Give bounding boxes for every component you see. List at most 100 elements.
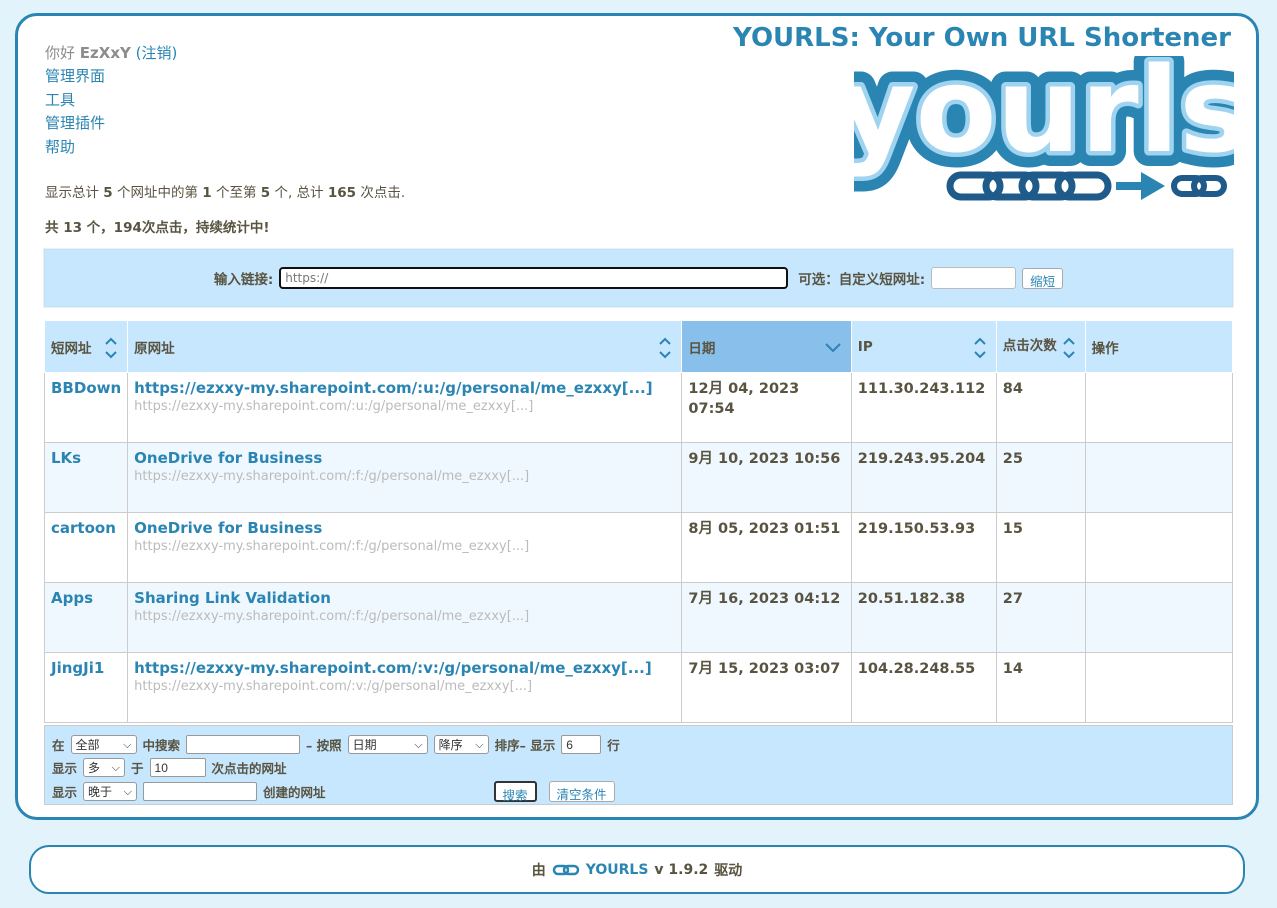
clicks-cell: 25 [995,442,1086,513]
logout-link[interactable]: (注销) [136,44,178,62]
created-label: 创建的网址 [263,785,326,800]
clicks-cell: 14 [995,652,1086,723]
click-limit-input[interactable] [149,758,206,777]
nav-plugins-link[interactable]: 管理插件 [45,114,105,132]
show-label-2: 显示 [52,785,78,800]
keyword-link[interactable]: BBDown [51,379,121,397]
clicks-cell: 27 [995,582,1086,653]
header-keyword[interactable]: 短网址 [43,320,129,373]
ip-cell: 219.150.53.93 [850,512,997,583]
sort-both-icon [105,337,117,359]
title-link[interactable]: OneDrive for Business [134,449,322,467]
title-link[interactable]: OneDrive for Business [134,519,322,537]
footer-version: v 1.9.2 [654,861,709,878]
per-page-input[interactable] [561,735,602,754]
date-cell: 8月 05, 2023 01:51 [681,512,852,583]
search-text-input[interactable] [186,735,301,754]
clicks-cell: 84 [995,372,1086,443]
table-row: Apps Sharing Link Validation https://ezxx… [43,582,1234,653]
actions-cell [1084,582,1234,653]
long-url: https://ezxxy-my.sharepoint.com/:f:/g/pe… [134,469,530,484]
filter-panel: 在 全部⌵ 中搜索 – 按照 日期⌵ 降序⌵ 排序– 显示 行 显示 多⌵ 于 … [44,725,1233,805]
table-row: cartoon OneDrive for Business https://ezx… [43,512,1234,583]
nav-help-link[interactable]: 帮助 [45,138,75,156]
title-link[interactable]: https://ezxxy-my.sharepoint.com/:v:/g/pe… [134,659,652,677]
nav-tools-link[interactable]: 工具 [45,91,75,109]
username: EzXxY [79,44,131,62]
brand-title: YOURLS: Your Own URL Shortener [733,23,1231,53]
date-cell: 12月 04, 2023 07:54 [681,372,852,443]
footer: 由 YOURLS v 1.9.2 驱动 [29,845,1245,894]
title-link[interactable]: https://ezxxy-my.sharepoint.com/:u:/g/pe… [134,379,652,397]
chevron-down-icon: ⌵ [414,737,423,751]
keyword-link[interactable]: JingJi1 [51,659,104,677]
svg-text:yourls: yourls [854,56,1234,179]
long-url: https://ezxxy-my.sharepoint.com/:u:/g/pe… [134,399,534,414]
greeting-text: 你好 [45,44,76,62]
title-link[interactable]: Sharing Link Validation [134,589,331,607]
date-input[interactable] [143,782,258,801]
short-chain-icon [1171,175,1227,197]
long-url: https://ezxxy-my.sharepoint.com/:v:/g/pe… [134,679,533,694]
nav-admin-link[interactable]: 管理界面 [45,67,105,85]
sort-desc-icon [825,343,841,353]
yourls-link[interactable]: YOURLS [586,862,649,878]
sort-both-icon [974,337,986,359]
admin-nav: 管理界面 工具 管理插件 帮助 [45,65,105,159]
header-url[interactable]: 原网址 [127,320,683,373]
keyword-link[interactable]: cartoon [51,519,116,537]
sort-by-select[interactable]: 日期 ⌵ [347,735,428,754]
actions-cell [1084,512,1234,583]
rows-label: 行 [607,738,620,753]
url-label: 输入链接: [213,272,274,288]
new-url-form: 输入链接: 可选：自定义短网址: 缩短 [43,248,1234,308]
search-label: 中搜索 [142,738,181,753]
display-stats: 显示总计 5 个网址中的第 1 个至第 5 个, 总计 165 次点击. [45,185,406,201]
ip-cell: 104.28.248.55 [850,652,997,723]
chevron-down-icon: ⌵ [111,760,121,774]
chain-link-icon [552,864,579,875]
search-button[interactable]: 搜索 [493,781,537,803]
order-by-label: – 按照 [306,738,342,753]
actions-cell [1084,652,1234,723]
clear-button[interactable]: 清空条件 [548,781,615,802]
in-label: 在 [52,738,65,753]
header-clicks[interactable]: 点击次数 [995,320,1086,373]
clicks-cell: 15 [995,512,1086,583]
date-filter-select[interactable]: 晚于 ⌵ [83,782,138,801]
ip-cell: 219.243.95.204 [850,442,997,513]
date-cell: 7月 16, 2023 04:12 [681,582,852,653]
keyword-input[interactable] [931,267,1017,289]
ip-cell: 111.30.243.112 [850,372,997,443]
long-url: https://ezxxy-my.sharepoint.com/:f:/g/pe… [134,539,530,554]
header-date[interactable]: 日期 [681,320,852,373]
show-label: 显示 [52,761,78,776]
yourls-logo[interactable]: yourls yourls [854,56,1234,206]
sort-both-icon [1062,337,1075,359]
url-table: 短网址 原网址 日期 IP 点击次数 操作 BBDown https://ezx… [43,320,1234,723]
than-label: 于 [131,761,144,776]
keyword-link[interactable]: Apps [51,589,93,607]
table-row: JingJi1 https://ezxxy-my.sharepoint.com/… [43,652,1234,723]
keyword-link[interactable]: LKs [51,449,81,467]
footer-prefix: 由 [531,862,546,879]
user-greeting: 你好 EzXxY (注销) [45,42,177,63]
shorten-button[interactable]: 缩短 [1022,267,1064,289]
actions-cell [1084,372,1234,443]
date-cell: 7月 15, 2023 03:07 [681,652,852,723]
sort-order-select[interactable]: 降序 ⌵ [433,735,489,754]
clicks-urls-label: 次点击的网址 [211,761,287,776]
ip-cell: 20.51.182.38 [850,582,997,653]
table-row: BBDown https://ezxxy-my.sharepoint.com/:… [43,372,1234,443]
chevron-down-icon: ⌵ [123,737,132,751]
table-row: LKs OneDrive for Business https://ezxxy-m… [43,442,1234,513]
search-in-select[interactable]: 全部 ⌵ [70,735,137,754]
header-ip[interactable]: IP [850,320,997,373]
sort-label: 排序– 显示 [494,738,556,753]
chain-icon [946,171,1112,201]
keyword-label: 可选：自定义短网址: [798,272,926,288]
date-cell: 9月 10, 2023 10:56 [681,442,852,513]
click-filter-select[interactable]: 多 ⌵ [83,758,126,777]
url-input[interactable] [279,267,789,289]
sort-both-icon [659,337,672,359]
